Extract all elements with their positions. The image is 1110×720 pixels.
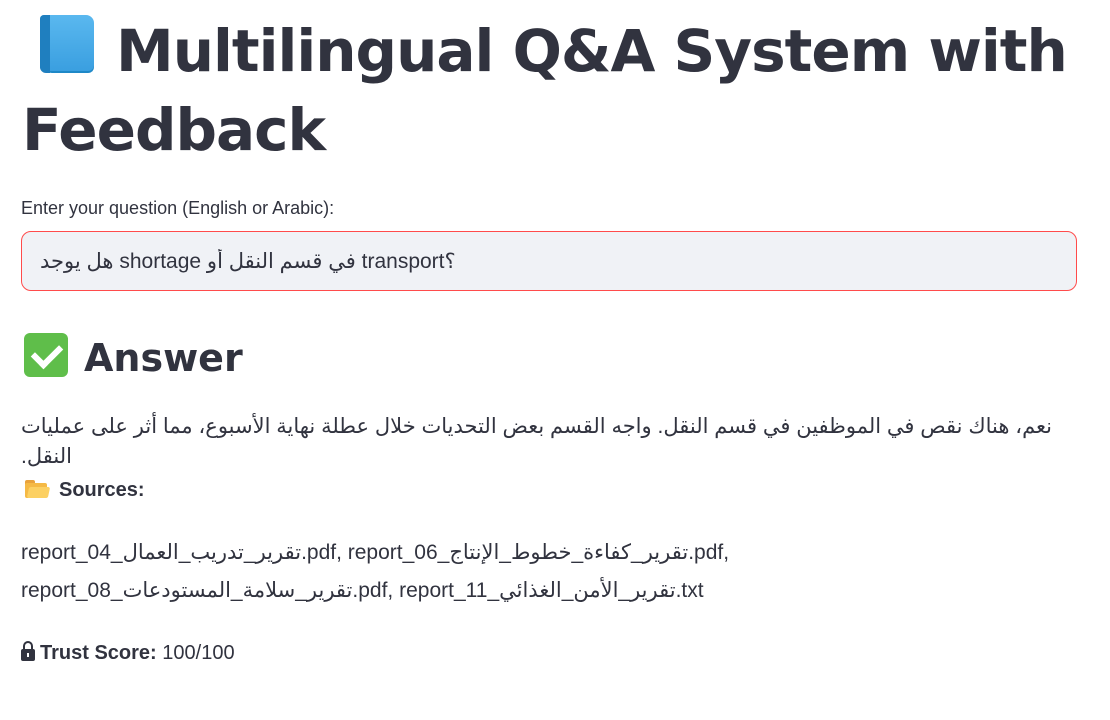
sources-heading: Sources: bbox=[25, 476, 145, 504]
page-title-text: Multilingual Q&A System with Feedback bbox=[22, 17, 1068, 164]
sources-list: report_04_تقرير_تدريب_العمال.pdf, report… bbox=[21, 541, 730, 602]
answer-text: نعم، هناك نقص في الموظفين في قسم النقل. … bbox=[21, 415, 1053, 468]
sources-label: Sources: bbox=[59, 479, 145, 501]
question-input[interactable] bbox=[22, 232, 1076, 290]
answer-heading-text: Answer bbox=[84, 336, 243, 380]
app-page: Multilingual Q&A System with Feedback En… bbox=[0, 0, 1110, 720]
trust-score-value: 100/100 bbox=[162, 642, 235, 664]
book-icon bbox=[40, 15, 96, 79]
trust-score: Trust Score: 100/100 bbox=[21, 639, 235, 667]
folder-icon bbox=[25, 480, 51, 498]
check-mark-icon bbox=[24, 333, 68, 377]
answer-heading: Answer bbox=[24, 332, 243, 384]
question-input-container bbox=[21, 231, 1077, 291]
question-label: Enter your question (English or Arabic): bbox=[21, 198, 335, 218]
trust-score-label: Trust Score: bbox=[40, 642, 157, 664]
page-title: Multilingual Q&A System with Feedback bbox=[22, 12, 1092, 170]
lock-icon bbox=[21, 641, 35, 661]
